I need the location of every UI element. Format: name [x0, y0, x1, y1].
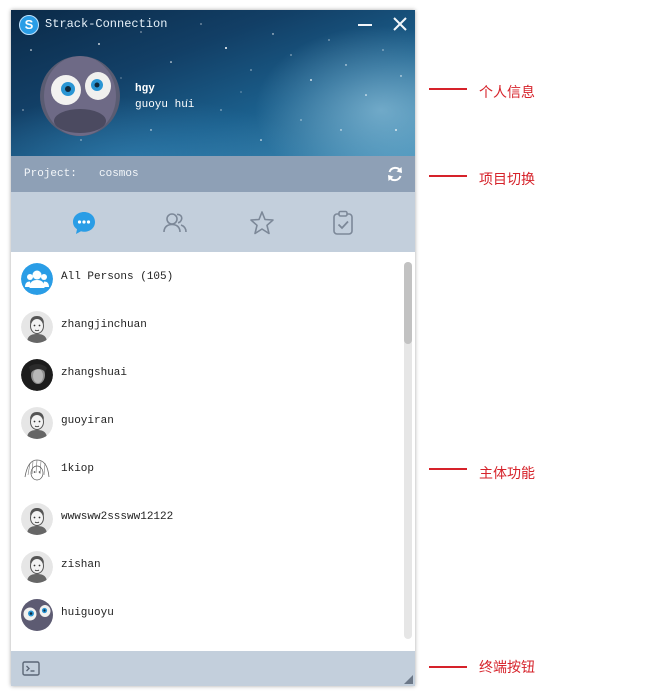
footer-bar [11, 651, 415, 686]
default-person-avatar [21, 311, 53, 343]
project-bar: Project: cosmos [11, 156, 415, 192]
user-avatar-image [40, 56, 120, 136]
annotation-main-function: 主体功能 [479, 465, 535, 481]
list-item[interactable]: huiguoyu [11, 590, 401, 638]
list-item[interactable]: zishan [11, 542, 401, 590]
annotation-terminal-button: 终端按钮 [479, 659, 535, 675]
chat-bubble-icon [73, 212, 95, 234]
username: hgy [135, 83, 155, 95]
group-icon [21, 263, 53, 295]
annotation-line [429, 666, 467, 668]
app-logo-icon: S [19, 15, 39, 35]
minimize-icon [358, 24, 372, 26]
photo-avatar [21, 359, 53, 391]
contact-list[interactable]: All Persons (105) zhangjinchuan zhangshu… [11, 252, 415, 651]
star-icon [250, 211, 274, 235]
switch-project-button[interactable] [385, 164, 405, 184]
list-item-label: zhangshuai [61, 367, 128, 379]
list-item[interactable]: guoyiran [11, 398, 401, 446]
list-item-label: zishan [61, 559, 101, 571]
close-icon [393, 17, 407, 31]
tab-contacts[interactable] [161, 209, 189, 237]
refresh-icon [388, 166, 402, 182]
terminal-button[interactable] [21, 659, 41, 679]
list-item-all-persons[interactable]: All Persons (105) [11, 254, 401, 302]
scrollbar-thumb[interactable] [404, 262, 412, 344]
window-title: Strack-Connection [45, 17, 168, 31]
list-item-label: 1kiop [61, 463, 95, 475]
annotation-line [429, 468, 467, 470]
default-person-avatar [21, 407, 53, 439]
function-tabs [11, 192, 415, 252]
clipboard-check-icon [333, 210, 353, 235]
annotation-line [429, 175, 467, 177]
list-item[interactable]: wwwsww2sssww12122 [11, 494, 401, 542]
list-item-label: wwwsww2sssww12122 [61, 511, 174, 523]
list-item-label: All Persons (105) [61, 271, 174, 283]
eyes-photo-avatar [21, 599, 53, 631]
resize-grip-icon[interactable] [404, 675, 413, 684]
default-person-avatar [21, 551, 53, 583]
tab-favorites[interactable] [248, 209, 276, 237]
user-avatar[interactable] [40, 56, 120, 136]
minimize-button[interactable] [353, 12, 377, 36]
list-item[interactable]: zhangshuai [11, 350, 401, 398]
list-item-label: zhangjinchuan [61, 319, 147, 331]
profile-header: S Strack-Connection hgy guoyu hui [11, 10, 415, 156]
project-label: Project: [24, 168, 77, 180]
list-item[interactable]: zhangjinchuan [11, 302, 401, 350]
list-item-label: huiguoyu [61, 607, 114, 619]
project-name[interactable]: cosmos [99, 168, 139, 180]
close-button[interactable] [388, 12, 412, 36]
list-item[interactable]: 1kiop [11, 446, 401, 494]
annotation-project-switch: 项目切换 [479, 171, 535, 187]
terminal-icon [22, 661, 40, 676]
list-item-label: guoyiran [61, 415, 114, 427]
default-person-avatar [21, 503, 53, 535]
annotation-profile: 个人信息 [479, 84, 535, 100]
sketch-avatar [21, 455, 53, 487]
annotation-line [429, 88, 467, 90]
tab-tasks[interactable] [329, 209, 357, 237]
user-full-name: guoyu hui [135, 99, 195, 111]
people-icon [163, 213, 187, 233]
list-scrollbar[interactable] [404, 262, 412, 639]
app-window: S Strack-Connection hgy guoyu hui Projec… [11, 10, 415, 686]
tab-chat[interactable] [70, 209, 98, 237]
